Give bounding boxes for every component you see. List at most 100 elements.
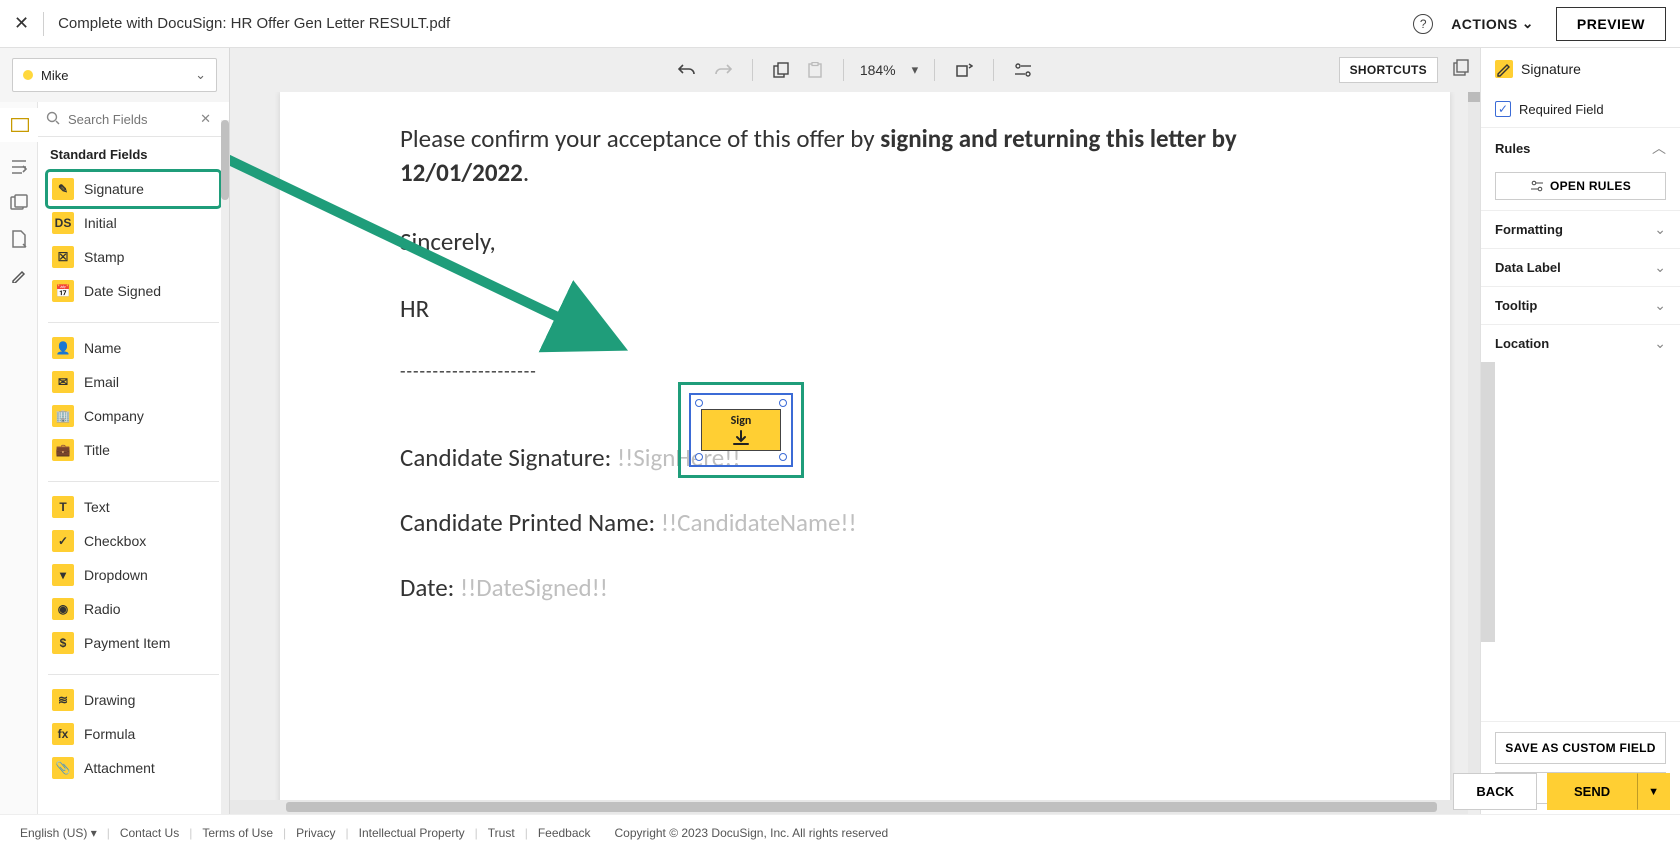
top-bar: ✕ Complete with DocuSign: HR Offer Gen L… [0, 0, 1680, 48]
document-page[interactable]: Please confirm your acceptance of this o… [280, 92, 1450, 814]
close-button[interactable]: ✕ [14, 13, 43, 34]
left-panel: Mike ⌄ [0, 48, 230, 814]
footer-link[interactable]: Intellectual Property [359, 826, 465, 840]
field-payment[interactable]: $ Payment Item [48, 626, 219, 660]
footer-link[interactable]: Privacy [296, 826, 335, 840]
settings-button[interactable] [1010, 60, 1036, 80]
building-icon: 🏢 [52, 405, 74, 427]
field-label: Stamp [84, 249, 124, 265]
rail-edit-icon[interactable] [8, 264, 30, 286]
rail-document-icon[interactable] [8, 228, 30, 250]
field-name[interactable]: 👤 Name [48, 331, 219, 365]
rotate-button[interactable] [951, 60, 977, 80]
doc-sigline: --------------------- [400, 360, 1330, 382]
chevron-down-icon: ⌄ [195, 67, 206, 83]
initial-icon: DS [52, 212, 74, 234]
sign-tag-label: Sign [731, 414, 752, 428]
field-label: Email [84, 374, 119, 390]
stamp-icon: ☒ [52, 246, 74, 268]
undo-button[interactable] [674, 60, 700, 80]
tooltip-section[interactable]: Tooltip ⌄ [1481, 286, 1680, 324]
rail-prefill-icon[interactable] [8, 156, 30, 178]
right-panel-header: Signature [1481, 48, 1680, 91]
actions-menu[interactable]: ACTIONS ⌄ [1451, 15, 1534, 32]
field-checkbox[interactable]: ✓ Checkbox [48, 524, 219, 558]
clear-search-icon[interactable]: ✕ [200, 111, 211, 127]
redo-button[interactable] [710, 60, 736, 80]
right-scrollbar[interactable] [1481, 362, 1495, 642]
footer-link[interactable]: Terms of Use [202, 826, 273, 840]
field-email[interactable]: ✉ Email [48, 365, 219, 399]
paste-button[interactable] [803, 60, 827, 80]
shortcuts-button[interactable]: SHORTCUTS [1339, 57, 1438, 83]
required-checkbox[interactable]: ✓ [1495, 101, 1511, 117]
field-label: Company [84, 408, 144, 424]
field-label: Checkbox [84, 533, 146, 549]
field-text[interactable]: T Text [48, 490, 219, 524]
open-rules-button[interactable]: OPEN RULES [1495, 172, 1666, 200]
copyright: Copyright © 2023 DocuSign, Inc. All righ… [615, 826, 889, 840]
doc-line-1: Please confirm your acceptance of this o… [400, 122, 1330, 190]
send-dropdown[interactable]: ▼ [1637, 773, 1670, 810]
rail-fields-icon[interactable] [0, 108, 38, 142]
required-field-row[interactable]: ✓ Required Field [1481, 91, 1680, 127]
text-icon: T [52, 496, 74, 518]
recipient-dropdown[interactable]: Mike ⌄ [12, 58, 217, 92]
divider [43, 12, 44, 36]
rail-custom-icon[interactable] [8, 192, 30, 214]
field-signature[interactable]: ✎ Signature [48, 172, 219, 206]
footer-link[interactable]: Feedback [538, 826, 591, 840]
canvas-vscroll[interactable] [1468, 92, 1480, 800]
field-label: Payment Item [84, 635, 170, 651]
doc-hr: HR [400, 293, 1330, 324]
action-bar: BACK SEND ▼ [1453, 773, 1670, 810]
field-drawing[interactable]: ≋ Drawing [48, 683, 219, 717]
footer-link[interactable]: Contact Us [120, 826, 179, 840]
field-date-signed[interactable]: 📅 Date Signed [48, 274, 219, 308]
resize-handle[interactable] [695, 399, 703, 407]
signature-icon: ✎ [52, 178, 74, 200]
field-company[interactable]: 🏢 Company [48, 399, 219, 433]
location-section[interactable]: Location ⌄ [1481, 324, 1680, 362]
footer-link[interactable]: Trust [488, 826, 515, 840]
resize-handle[interactable] [779, 399, 787, 407]
canvas-body[interactable]: Please confirm your acceptance of this o… [230, 92, 1480, 814]
chevron-down-icon: ⌄ [1654, 221, 1666, 238]
field-label: Formula [84, 726, 135, 742]
field-radio[interactable]: ◉ Radio [48, 592, 219, 626]
calendar-icon: 📅 [52, 280, 74, 302]
canvas-hscroll[interactable] [230, 800, 1468, 814]
help-icon[interactable]: ? [1413, 14, 1433, 34]
data-label-section[interactable]: Data Label ⌄ [1481, 248, 1680, 286]
field-title[interactable]: 💼 Title [48, 433, 219, 467]
document-title: Complete with DocuSign: HR Offer Gen Let… [58, 15, 450, 32]
preview-button[interactable]: PREVIEW [1556, 7, 1666, 41]
field-label: Dropdown [84, 567, 148, 583]
send-button[interactable]: SEND [1547, 773, 1637, 810]
email-icon: ✉ [52, 371, 74, 393]
formula-icon: fx [52, 723, 74, 745]
zoom-control[interactable]: 184% ▾ [860, 62, 918, 78]
resize-handle[interactable] [779, 453, 787, 461]
checkbox-icon: ✓ [52, 530, 74, 552]
payment-icon: $ [52, 632, 74, 654]
signature-icon [1495, 60, 1513, 78]
save-custom-field-button[interactable]: SAVE AS CUSTOM FIELD [1495, 732, 1666, 764]
field-attachment[interactable]: 📎 Attachment [48, 751, 219, 785]
fields-scrollbar[interactable] [221, 120, 229, 814]
field-label: Name [84, 340, 121, 356]
resize-handle[interactable] [695, 453, 703, 461]
formatting-section[interactable]: Formatting ⌄ [1481, 210, 1680, 248]
field-initial[interactable]: DS Initial [48, 206, 219, 240]
back-button[interactable]: BACK [1453, 773, 1537, 810]
signature-tag[interactable]: Sign [678, 382, 804, 478]
field-stamp[interactable]: ☒ Stamp [48, 240, 219, 274]
rules-section[interactable]: Rules ︿ [1481, 127, 1680, 168]
pages-icon[interactable] [1452, 58, 1470, 76]
copy-button[interactable] [769, 60, 793, 80]
separator [48, 481, 219, 482]
language-selector[interactable]: English (US) ▾ [20, 826, 97, 840]
person-icon: 👤 [52, 337, 74, 359]
field-dropdown[interactable]: ▾ Dropdown [48, 558, 219, 592]
field-formula[interactable]: fx Formula [48, 717, 219, 751]
